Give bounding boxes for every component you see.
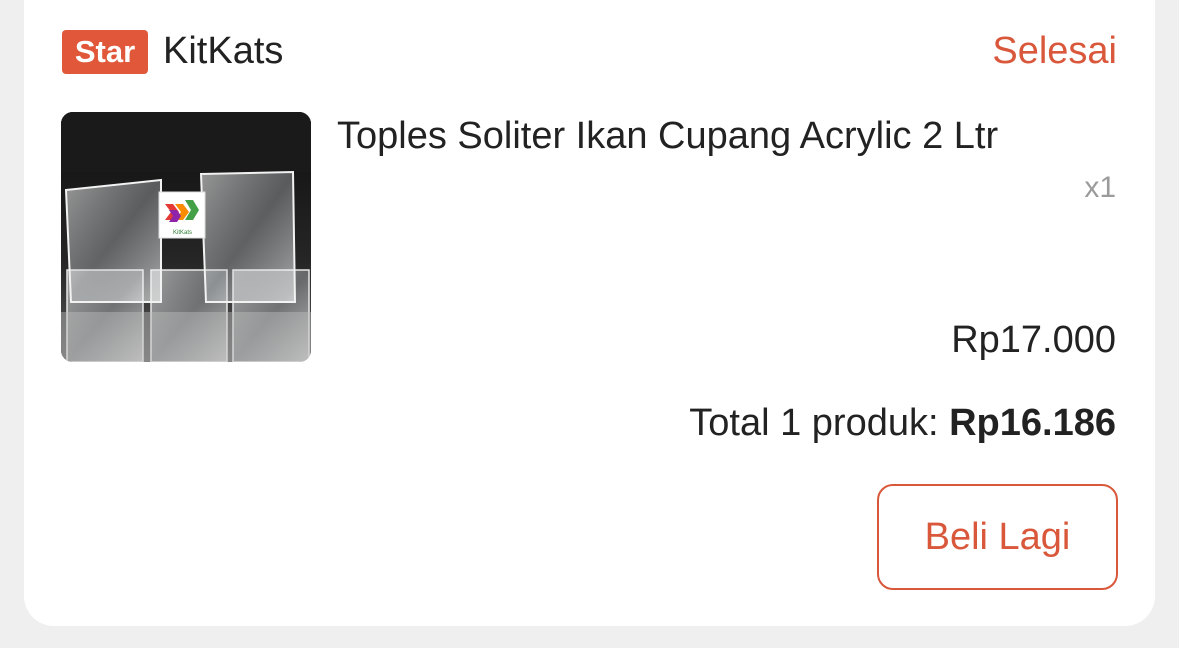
star-badge-label: Star [74, 34, 136, 69]
thumbnail-logo-text: KitKats [173, 230, 192, 236]
product-image: KitKats [61, 112, 311, 362]
buy-again-button[interactable]: Beli Lagi [877, 484, 1118, 590]
product-title[interactable]: Toples Soliter Ikan Cupang Acrylic 2 Ltr [337, 113, 998, 159]
product-price: Rp17.000 [951, 319, 1116, 361]
total-label: Total 1 produk: [689, 402, 939, 444]
order-total: Total 1 produk: Rp16.186 [689, 400, 1116, 446]
order-status: Selesai [992, 30, 1117, 72]
star-seller-badge: Star [62, 30, 148, 74]
product-thumbnail[interactable]: KitKats [61, 112, 311, 362]
shop-name[interactable]: KitKats [163, 28, 283, 74]
product-quantity: x1 [1084, 171, 1116, 204]
total-amount: Rp16.186 [949, 402, 1116, 444]
